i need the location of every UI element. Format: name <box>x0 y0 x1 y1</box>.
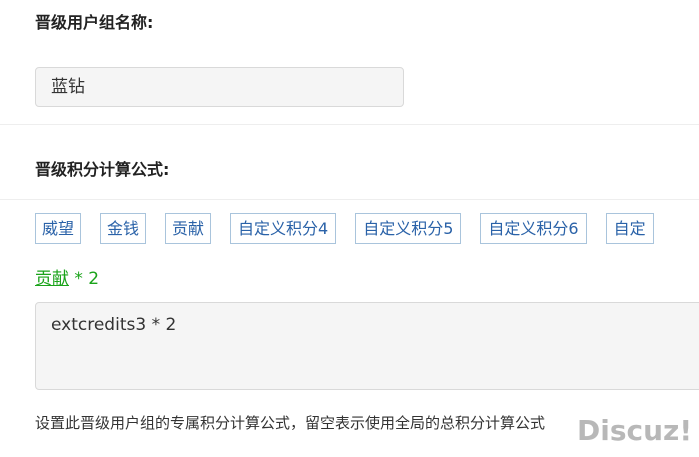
credit-chip-list: 威望 金钱 贡献 自定义积分4 自定义积分5 自定义积分6 自定 <box>35 213 673 244</box>
formula-preview-rest: * 2 <box>69 269 100 289</box>
credit-chip-prestige[interactable]: 威望 <box>35 213 82 244</box>
formula-preview-link[interactable]: 贡献 <box>35 269 69 289</box>
credit-chip-money[interactable]: 金钱 <box>100 213 147 244</box>
credit-chip-custom-7[interactable]: 自定 <box>605 213 654 244</box>
formula-textarea[interactable]: extcredits3 * 2 <box>35 302 699 390</box>
formula-label: 晋级积分计算公式: <box>35 160 170 179</box>
section-divider <box>0 124 699 125</box>
group-name-input[interactable]: 蓝钻 <box>35 67 404 107</box>
credit-chip-contribution[interactable]: 贡献 <box>165 213 212 244</box>
credit-chip-custom-4[interactable]: 自定义积分4 <box>230 213 337 244</box>
credit-chip-custom-5[interactable]: 自定义积分5 <box>355 213 462 244</box>
discuz-watermark-logo: Discuz! <box>577 414 693 447</box>
section-divider <box>0 199 699 200</box>
formula-help-text: 设置此晋级用户组的专属积分计算公式，留空表示使用全局的总积分计算公式 <box>35 414 546 432</box>
formula-preview: 贡献 * 2 <box>35 264 99 289</box>
credit-chip-custom-6[interactable]: 自定义积分6 <box>480 213 587 244</box>
group-name-label: 晋级用户组名称: <box>35 13 154 32</box>
promotion-group-form: 晋级用户组名称: 蓝钻 晋级积分计算公式: 威望 金钱 贡献 自定义积分4 自定义积分5… <box>0 0 699 457</box>
